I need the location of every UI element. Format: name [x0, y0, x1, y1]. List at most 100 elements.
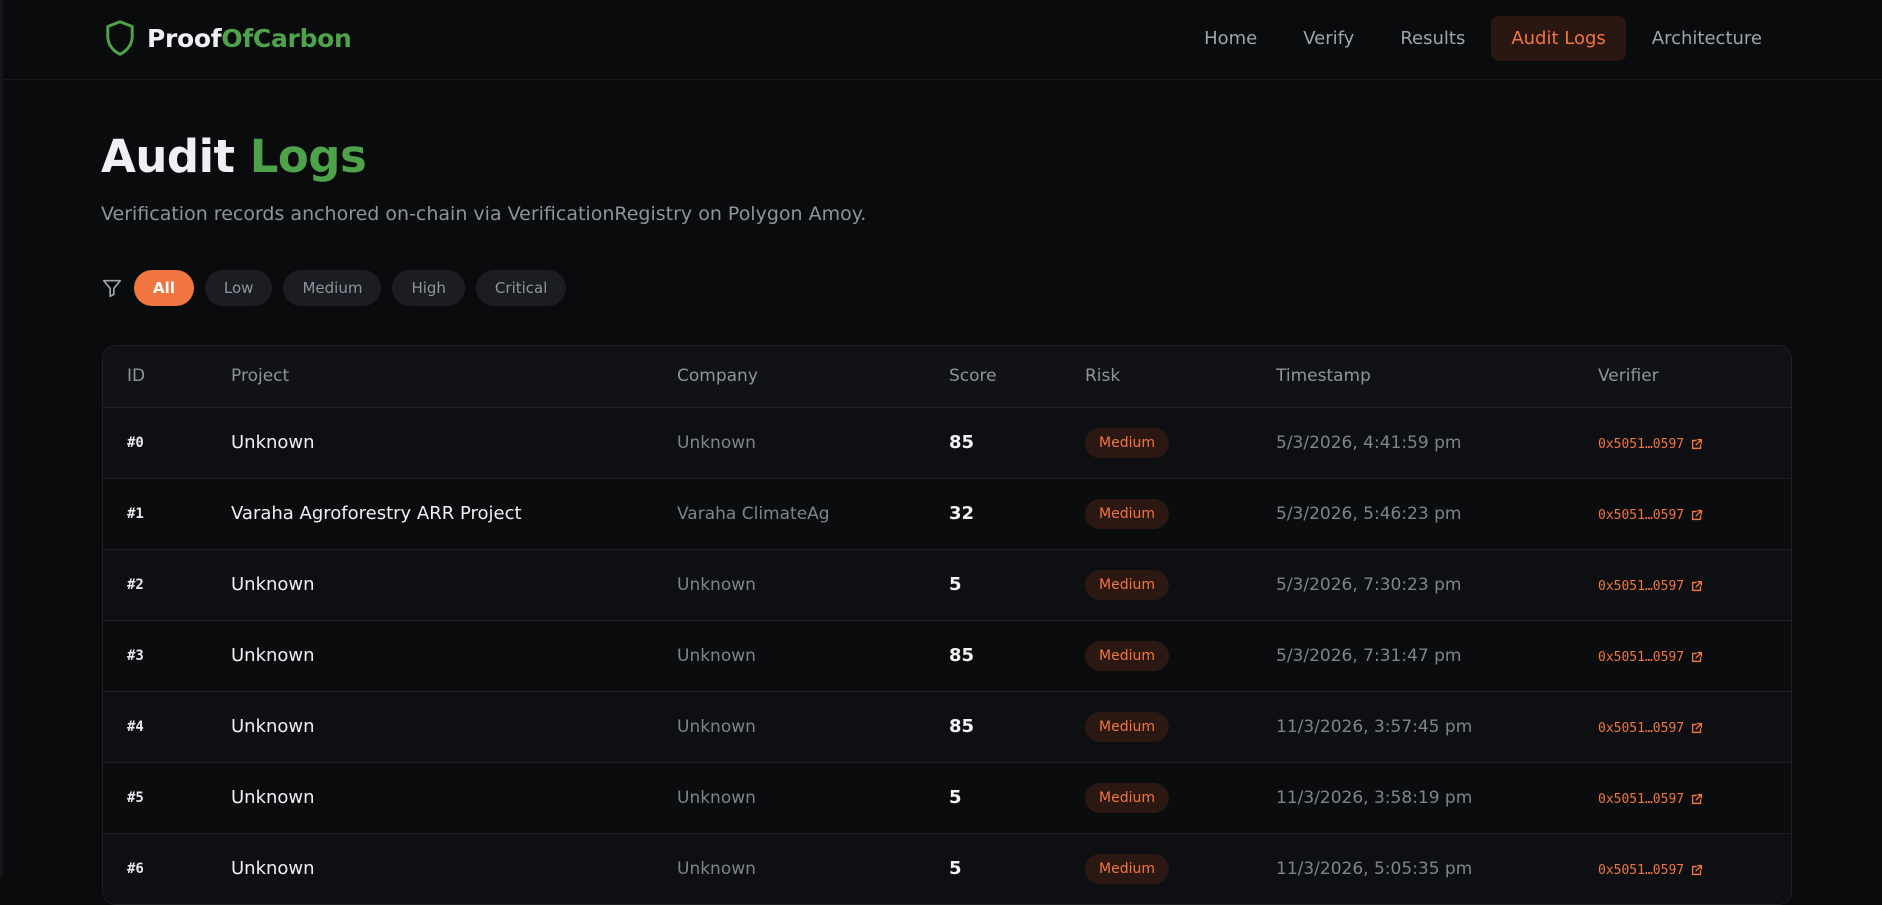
cell-company: Varaha ClimateAg — [677, 503, 830, 524]
risk-badge: Medium — [1085, 782, 1169, 813]
table-header-row: ID Project Company Score Risk Timestamp … — [103, 346, 1791, 408]
verifier-link[interactable]: 0x5051…0597 — [1598, 579, 1704, 594]
cell-timestamp: 11/3/2026, 5:05:35 pm — [1276, 858, 1473, 879]
risk-badge: Medium — [1085, 569, 1169, 600]
risk-badge: Medium — [1085, 498, 1169, 529]
table-row[interactable]: #3 Unknown Unknown 85 Medium 5/3/2026, 7… — [103, 620, 1791, 691]
verifier-link[interactable]: 0x5051…0597 — [1598, 863, 1704, 878]
filter-chip-medium[interactable]: Medium — [283, 270, 382, 306]
cell-company: Unknown — [677, 432, 756, 453]
cell-company: Unknown — [677, 574, 756, 595]
cell-project: Unknown — [231, 574, 315, 595]
filter-chip-high[interactable]: High — [392, 270, 465, 306]
cell-id: #5 — [127, 789, 144, 806]
column-header-score[interactable]: Score — [925, 346, 1061, 408]
cell-risk: Medium — [1061, 620, 1252, 691]
cell-score: 85 — [949, 645, 975, 666]
cell-verifier: 0x5051…0597 — [1574, 691, 1791, 762]
external-link-icon — [1692, 864, 1703, 876]
table-row[interactable]: #6 Unknown Unknown 5 Medium 11/3/2026, 5… — [103, 833, 1791, 904]
audit-log-table-card: ID Project Company Score Risk Timestamp … — [102, 345, 1792, 905]
cell-verifier: 0x5051…0597 — [1574, 478, 1791, 549]
brand-logo[interactable]: ProofOfCarbon — [103, 18, 352, 58]
verifier-address: 0x5051…0597 — [1598, 791, 1685, 807]
cell-id: #6 — [127, 860, 144, 877]
column-header-timestamp[interactable]: Timestamp — [1252, 346, 1574, 408]
verifier-address: 0x5051…0597 — [1598, 578, 1685, 594]
cell-score: 5 — [949, 574, 962, 595]
cell-score: 5 — [949, 858, 962, 879]
verifier-address: 0x5051…0597 — [1598, 720, 1685, 736]
cell-risk: Medium — [1061, 478, 1252, 549]
table-row[interactable]: #0 Unknown Unknown 85 Medium 5/3/2026, 4… — [103, 407, 1791, 478]
window-edge — [0, 0, 3, 876]
verifier-address: 0x5051…0597 — [1598, 436, 1685, 452]
shield-icon — [106, 20, 134, 56]
cell-verifier: 0x5051…0597 — [1574, 549, 1791, 620]
page-title: Audit Logs — [101, 130, 367, 183]
nav-home[interactable]: Home — [1184, 16, 1277, 61]
verifier-link[interactable]: 0x5051…0597 — [1598, 792, 1704, 807]
brand-name: ProofOfCarbon — [147, 23, 352, 53]
external-link-icon — [1692, 651, 1703, 663]
nav-verify[interactable]: Verify — [1283, 16, 1374, 61]
page-subtitle: Verification records anchored on-chain v… — [101, 203, 867, 225]
cell-company: Unknown — [677, 787, 756, 808]
cell-verifier: 0x5051…0597 — [1574, 620, 1791, 691]
table-row[interactable]: #2 Unknown Unknown 5 Medium 5/3/2026, 7:… — [103, 549, 1791, 620]
cell-project: Unknown — [231, 432, 315, 453]
cell-id: #2 — [127, 576, 144, 593]
filter-chip-low[interactable]: Low — [204, 270, 273, 306]
column-header-verifier[interactable]: Verifier — [1574, 346, 1791, 408]
verifier-address: 0x5051…0597 — [1598, 649, 1685, 665]
filter-icon — [102, 279, 122, 298]
verifier-link[interactable]: 0x5051…0597 — [1598, 437, 1704, 452]
column-header-project[interactable]: Project — [207, 346, 653, 408]
external-link-icon — [1692, 580, 1703, 592]
cell-project: Unknown — [231, 787, 315, 808]
cell-score: 5 — [949, 787, 962, 808]
cell-company: Unknown — [677, 645, 756, 666]
verifier-link[interactable]: 0x5051…0597 — [1598, 650, 1704, 665]
external-link-icon — [1692, 722, 1703, 734]
cell-company: Unknown — [677, 716, 756, 737]
cell-verifier: 0x5051…0597 — [1574, 762, 1791, 833]
cell-risk: Medium — [1061, 833, 1252, 904]
audit-log-table: ID Project Company Score Risk Timestamp … — [103, 346, 1791, 904]
column-header-company[interactable]: Company — [653, 346, 925, 408]
column-header-id[interactable]: ID — [103, 346, 207, 408]
nav-results[interactable]: Results — [1380, 16, 1485, 61]
cell-timestamp: 5/3/2026, 5:46:23 pm — [1276, 503, 1462, 524]
cell-timestamp: 5/3/2026, 4:41:59 pm — [1276, 432, 1462, 453]
cell-score: 85 — [949, 432, 975, 453]
table-row[interactable]: #5 Unknown Unknown 5 Medium 11/3/2026, 3… — [103, 762, 1791, 833]
verifier-link[interactable]: 0x5051…0597 — [1598, 721, 1704, 736]
external-link-icon — [1692, 793, 1703, 805]
filter-chip-all[interactable]: All — [134, 270, 194, 306]
top-navbar: ProofOfCarbon Home Verify Results Audit … — [3, 0, 1882, 80]
nav-audit-logs[interactable]: Audit Logs — [1491, 16, 1626, 61]
cell-project: Unknown — [231, 716, 315, 737]
cell-score: 85 — [949, 716, 975, 737]
table-row[interactable]: #4 Unknown Unknown 85 Medium 11/3/2026, … — [103, 691, 1791, 762]
external-link-icon — [1692, 509, 1703, 521]
risk-badge: Medium — [1085, 640, 1169, 671]
cell-id: #1 — [127, 505, 144, 522]
column-header-risk[interactable]: Risk — [1061, 346, 1252, 408]
risk-badge: Medium — [1085, 853, 1169, 884]
main-nav: Home Verify Results Audit Logs Architect… — [1184, 16, 1782, 61]
cell-project: Unknown — [231, 858, 315, 879]
external-link-icon — [1692, 438, 1703, 450]
filter-chip-critical[interactable]: Critical — [475, 270, 567, 306]
verifier-link[interactable]: 0x5051…0597 — [1598, 508, 1704, 523]
cell-id: #0 — [127, 434, 144, 451]
cell-timestamp: 11/3/2026, 3:58:19 pm — [1276, 787, 1473, 808]
nav-architecture[interactable]: Architecture — [1632, 16, 1782, 61]
cell-company: Unknown — [677, 858, 756, 879]
cell-risk: Medium — [1061, 691, 1252, 762]
table-row[interactable]: #1 Varaha Agroforestry ARR Project Varah… — [103, 478, 1791, 549]
cell-id: #3 — [127, 647, 144, 664]
cell-verifier: 0x5051…0597 — [1574, 833, 1791, 904]
cell-risk: Medium — [1061, 549, 1252, 620]
risk-badge: Medium — [1085, 427, 1169, 458]
